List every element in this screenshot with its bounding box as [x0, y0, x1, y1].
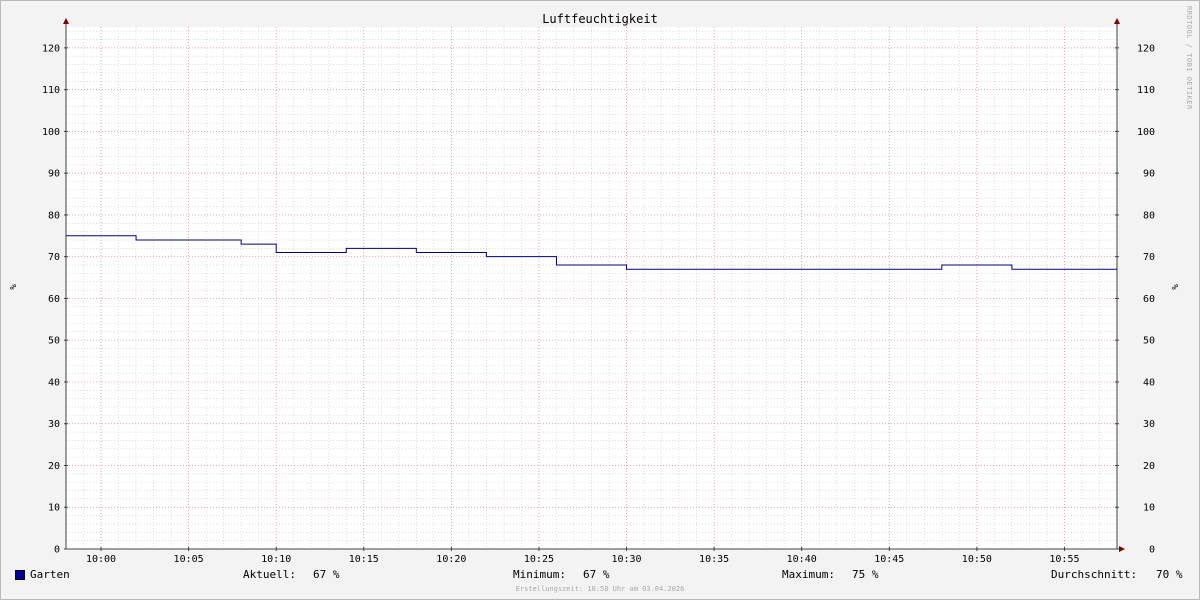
legend-durchschnitt-label: Durchschnitt: [1051, 568, 1138, 581]
chart: Luftfeuchtigkeit 01020304050607080901001… [7, 12, 1179, 565]
x-tick-label: 10:05 [174, 554, 204, 565]
y-tick-label-right: 60 [1143, 294, 1155, 305]
creation-time-footer: Erstellungszeit: 10:58 Uhr am 03.04.2026 [515, 585, 685, 593]
y-tick-label-left: 80 [48, 210, 60, 221]
y-tick-label-right: 80 [1143, 210, 1155, 221]
legend-minimum-value: 67 % [583, 568, 610, 581]
y-tick-label-right: 100 [1137, 127, 1155, 138]
x-tick-label: 10:30 [611, 554, 641, 565]
y-tick-label-right: 10 [1143, 503, 1155, 514]
x-axis-arrow [1119, 546, 1125, 552]
legend-aktuell-label: Aktuell: [243, 568, 296, 581]
legend-minimum-label: Minimum: [513, 568, 566, 581]
y-tick-label-left: 110 [42, 85, 60, 96]
x-tick-label: 10:25 [524, 554, 554, 565]
y-tick-label-left: 50 [48, 336, 60, 347]
x-tick-label: 10:50 [962, 554, 992, 565]
legend-aktuell-value: 67 % [313, 568, 340, 581]
y-axis-arrow-right [1114, 18, 1120, 24]
legend-maximum-label: Maximum: [782, 568, 835, 581]
x-tick-label: 10:10 [261, 554, 291, 565]
y-axis-arrow-left [63, 18, 69, 24]
rrdtool-watermark: RRDTOOL / TOBI OETIKER [1185, 6, 1193, 110]
y-tick-label-left: 30 [48, 419, 60, 430]
y-tick-label-right: 70 [1143, 252, 1155, 263]
x-tick-label: 10:15 [349, 554, 379, 565]
y-tick-label-left: 20 [48, 461, 60, 472]
y-tick-label-right: 30 [1143, 419, 1155, 430]
legend-durchschnitt-value: 70 % [1156, 568, 1183, 581]
x-tick-label: 10:40 [787, 554, 817, 565]
x-tick-label: 10:20 [436, 554, 466, 565]
y-tick-label-right: 50 [1143, 336, 1155, 347]
chart-title: Luftfeuchtigkeit [542, 12, 658, 26]
y-axis-label-right: % [1169, 284, 1179, 290]
y-tick-label-right: 0 [1149, 545, 1155, 556]
x-tick-label: 10:55 [1049, 554, 1079, 565]
y-tick-label-left: 100 [42, 127, 60, 138]
y-tick-label-right: 40 [1143, 377, 1155, 388]
x-tick-label: 10:45 [874, 554, 904, 565]
y-tick-label-left: 10 [48, 503, 60, 514]
y-tick-label-left: 70 [48, 252, 60, 263]
y-tick-label-left: 40 [48, 377, 60, 388]
x-tick-label: 10:35 [699, 554, 729, 565]
y-axis-label-left: % [7, 284, 17, 290]
y-tick-label-left: 90 [48, 169, 60, 180]
legend: Garten Aktuell: 67 % Minimum: 67 % Maxim… [0, 568, 1200, 584]
legend-series-name: Garten [30, 568, 70, 581]
y-tick-label-right: 110 [1137, 85, 1155, 96]
y-tick-label-right: 90 [1143, 169, 1155, 180]
y-tick-label-right: 120 [1137, 43, 1155, 54]
x-tick-label: 10:00 [86, 554, 116, 565]
y-tick-label-left: 0 [54, 545, 60, 556]
y-tick-label-left: 60 [48, 294, 60, 305]
legend-maximum-value: 75 % [852, 568, 879, 581]
y-tick-label-right: 20 [1143, 461, 1155, 472]
y-tick-label-left: 120 [42, 43, 60, 54]
